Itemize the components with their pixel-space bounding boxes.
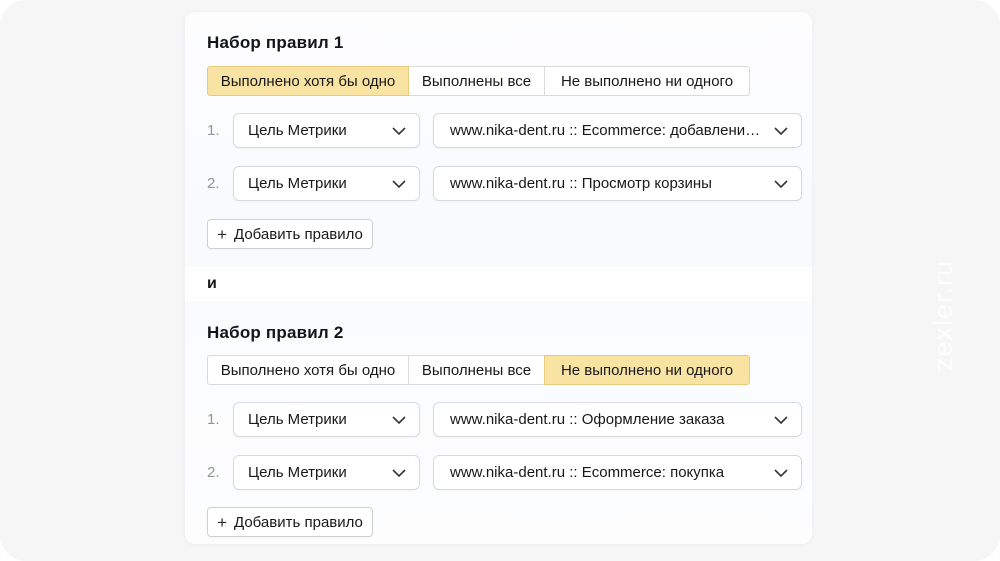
rule-goal-select[interactable]: www.nika-dent.ru :: Ecommerce: покупка: [433, 455, 802, 490]
rule-type-select[interactable]: Цель Метрики: [233, 113, 420, 148]
rule-type-value: Цель Метрики: [248, 464, 347, 481]
rule-type-value: Цель Метрики: [248, 411, 347, 428]
and-separator: и: [185, 267, 812, 301]
chevron-down-icon: [384, 127, 406, 135]
tab-all-conditions[interactable]: Выполнены все: [408, 355, 545, 385]
add-rule-label: Добавить правило: [234, 514, 363, 531]
rule-number: 1.: [207, 122, 227, 139]
chevron-down-icon: [766, 180, 788, 188]
rule-goal-value: www.nika-dent.ru :: Оформление заказа: [450, 411, 725, 428]
rule-set-2-match-mode-tabs: Выполнено хотя бы одно Выполнены все Не …: [207, 355, 750, 385]
chevron-down-icon: [766, 469, 788, 477]
add-rule-label: Добавить правило: [234, 226, 363, 243]
segment-rules-card: Набор правил 1 Выполнено хотя бы одно Вы…: [185, 12, 812, 544]
rule-type-value: Цель Метрики: [248, 175, 347, 192]
rule-number: 2.: [207, 175, 227, 192]
tab-all-conditions[interactable]: Выполнены все: [408, 66, 545, 96]
rule-type-value: Цель Метрики: [248, 122, 347, 139]
rule-goal-select[interactable]: www.nika-dent.ru :: Ecommerce: добавлени…: [433, 113, 802, 148]
rule-goal-select[interactable]: www.nika-dent.ru :: Оформление заказа: [433, 402, 802, 437]
rule-number: 2.: [207, 464, 227, 481]
tab-any-condition[interactable]: Выполнено хотя бы одно: [207, 66, 409, 96]
tab-none-condition[interactable]: Не выполнено ни одного: [544, 355, 750, 385]
plus-icon: +: [217, 226, 227, 243]
tab-any-condition[interactable]: Выполнено хотя бы одно: [207, 355, 409, 385]
chevron-down-icon: [384, 416, 406, 424]
chevron-down-icon: [384, 180, 406, 188]
rule-type-select[interactable]: Цель Метрики: [233, 455, 420, 490]
tab-none-condition[interactable]: Не выполнено ни одного: [544, 66, 750, 96]
rule-set-1-match-mode-tabs: Выполнено хотя бы одно Выполнены все Не …: [207, 66, 750, 96]
rule-type-select[interactable]: Цель Метрики: [233, 166, 420, 201]
add-rule-button[interactable]: + Добавить правило: [207, 219, 373, 249]
rule-set-2-title: Набор правил 2: [207, 323, 344, 343]
plus-icon: +: [217, 514, 227, 531]
rule-goal-value: www.nika-dent.ru :: Просмотр корзины: [450, 175, 712, 192]
rule-number: 1.: [207, 411, 227, 428]
rule-goal-value: www.nika-dent.ru :: Ecommerce: покупка: [450, 464, 724, 481]
rule-type-select[interactable]: Цель Метрики: [233, 402, 420, 437]
rule-goal-select[interactable]: www.nika-dent.ru :: Просмотр корзины: [433, 166, 802, 201]
chevron-down-icon: [766, 127, 788, 135]
add-rule-button[interactable]: + Добавить правило: [207, 507, 373, 537]
chevron-down-icon: [384, 469, 406, 477]
chevron-down-icon: [766, 416, 788, 424]
rule-set-1-title: Набор правил 1: [207, 33, 344, 53]
and-separator-label: и: [207, 275, 217, 293]
rule-goal-value: www.nika-dent.ru :: Ecommerce: добавлени…: [450, 122, 766, 139]
